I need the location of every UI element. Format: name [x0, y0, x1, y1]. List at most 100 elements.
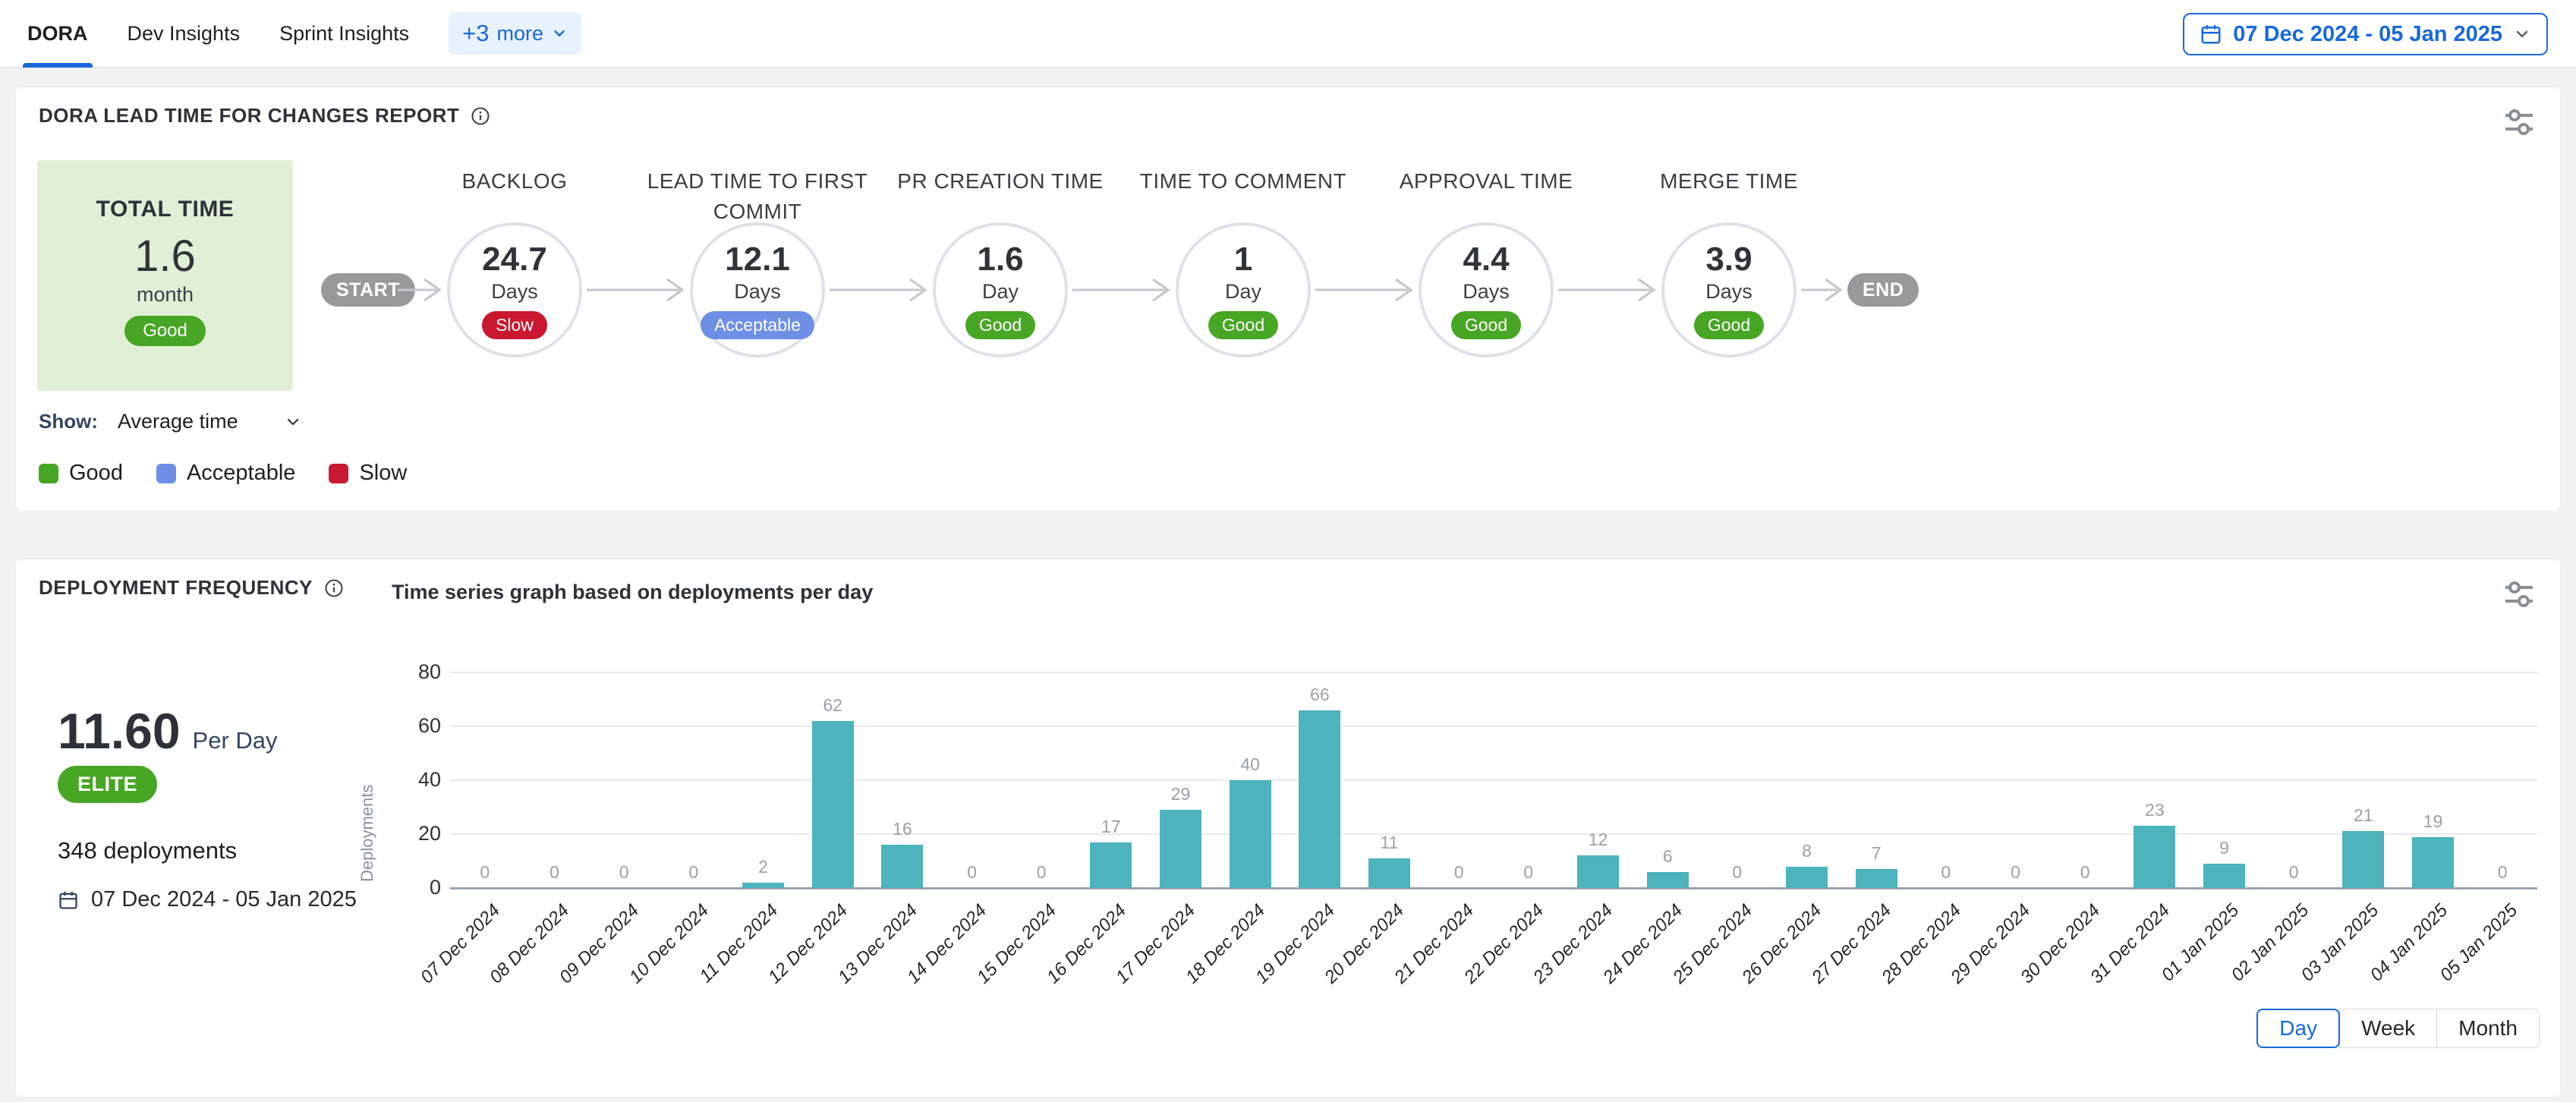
- y-tick-label: 80: [388, 660, 441, 684]
- granularity-toggle: DayWeekMonth: [2256, 1009, 2540, 1048]
- bar: [1856, 869, 1897, 888]
- tab-dev-insights[interactable]: Dev Insights: [128, 0, 241, 68]
- y-tick-label: 20: [388, 822, 441, 845]
- stage-value: 24.7: [482, 241, 547, 279]
- bar-value-label: 0: [1986, 862, 2046, 883]
- bar-value-label: 0: [524, 862, 585, 883]
- flow-arrow: [587, 273, 685, 307]
- total-time-status-badge: Good: [124, 316, 206, 346]
- stage-unit: Days: [1463, 280, 1510, 304]
- bar-value-label: 23: [2124, 800, 2185, 820]
- legend-swatch: [39, 464, 58, 483]
- toggle-button-week[interactable]: Week: [2339, 1009, 2437, 1048]
- stage-value: 1.6: [977, 241, 1023, 279]
- stage-status-badge: Slow: [482, 311, 547, 339]
- bar-value-label: 0: [942, 862, 1003, 883]
- bar-value-label: 9: [2194, 838, 2255, 858]
- chevron-down-icon: [551, 25, 568, 42]
- stage-status-badge: Good: [1451, 311, 1521, 339]
- legend-swatch: [329, 464, 348, 483]
- total-time-label: TOTAL TIME: [96, 197, 235, 222]
- bar-value-label: 0: [663, 862, 724, 883]
- chevron-down-icon: [2513, 25, 2531, 43]
- bar-value-label: 11: [1359, 833, 1420, 853]
- stage-unit: Days: [491, 280, 538, 304]
- tab-sprint-insights[interactable]: Sprint Insights: [279, 0, 409, 68]
- bar: [1090, 842, 1132, 888]
- bar-value-label: 0: [594, 862, 654, 883]
- bar-value-label: 8: [1777, 841, 1838, 861]
- more-tabs-chip[interactable]: +3 more: [449, 12, 581, 55]
- total-time-tile: TOTAL TIME 1.6 month Good: [37, 160, 293, 391]
- lead-time-card-title: DORA LEAD TIME FOR CHANGES REPORT: [39, 104, 459, 128]
- stage-title: TIME TO COMMENT: [1122, 166, 1365, 197]
- stage-unit: Days: [734, 280, 781, 304]
- y-tick-label: 40: [388, 768, 441, 792]
- stage-value: 4.4: [1463, 241, 1509, 279]
- bar-value-label: 17: [1081, 817, 1142, 837]
- bar: [1160, 810, 1201, 888]
- stage-circle: 12.1DaysAcceptable: [690, 222, 825, 357]
- gridline: [450, 833, 2537, 835]
- legend-swatch: [156, 464, 176, 483]
- deployments-bar-chart: Deployments 806040200007 Dec 2024008 Dec…: [16, 559, 2560, 1097]
- bar-value-label: 0: [1498, 862, 1559, 883]
- stage-title: PR CREATION TIME: [879, 166, 1122, 197]
- show-label: Show:: [39, 410, 98, 433]
- legend-label: Good: [69, 461, 123, 486]
- bar: [1577, 855, 1619, 888]
- show-value: Average time: [118, 410, 238, 433]
- bar-value-label: 0: [1428, 862, 1489, 883]
- bar-value-label: 62: [802, 695, 863, 716]
- y-tick-label: 60: [388, 714, 441, 738]
- info-icon[interactable]: [470, 105, 491, 127]
- date-range-picker[interactable]: 07 Dec 2024 - 05 Jan 2025: [2183, 13, 2548, 55]
- bar: [1230, 780, 1271, 888]
- bar-value-label: 16: [872, 819, 933, 839]
- bar: [742, 883, 784, 888]
- tab-dora[interactable]: DORA: [27, 0, 88, 68]
- toggle-button-month[interactable]: Month: [2436, 1009, 2540, 1048]
- bar-value-label: 29: [1151, 784, 1211, 804]
- bar-value-label: 0: [1707, 862, 1768, 883]
- bar: [1647, 872, 1689, 888]
- stage-circle: 24.7Days Slow: [447, 222, 582, 357]
- stage-value: 1: [1234, 241, 1252, 279]
- stage-unit: Days: [1705, 280, 1752, 304]
- stage-status-badge: Good: [965, 311, 1035, 339]
- stage-circle: 4.4Days Good: [1419, 222, 1554, 357]
- bar-value-label: 0: [2263, 862, 2324, 883]
- bar-value-label: 19: [2403, 811, 2464, 832]
- y-axis-title: Deployments: [357, 685, 377, 882]
- stage-unit: Day: [1225, 280, 1261, 304]
- deployment-frequency-card: DEPLOYMENT FREQUENCY Time series graph b…: [15, 559, 2561, 1097]
- flow-arrow: [1072, 273, 1171, 307]
- flow-arrow: [830, 273, 928, 307]
- more-tabs-count: +3: [462, 20, 489, 47]
- filter-sliders-icon[interactable]: [2501, 105, 2537, 139]
- bar-value-label: 0: [2055, 862, 2115, 883]
- chevron-down-icon: [284, 413, 302, 431]
- bar-value-label: 21: [2333, 805, 2394, 826]
- bar-value-label: 12: [1568, 830, 1629, 850]
- stage-title: BACKLOG: [393, 166, 636, 197]
- flow-arrow: [1315, 273, 1414, 307]
- stage-circle: 1.6DayGood: [933, 222, 1068, 357]
- stage-title: LEAD TIME TO FIRST COMMIT: [636, 166, 879, 227]
- stage-value: 3.9: [1705, 241, 1752, 279]
- lead-time-card: DORA LEAD TIME FOR CHANGES REPORT TOTAL …: [15, 87, 2561, 512]
- show-dropdown[interactable]: Show: Average time: [39, 410, 302, 433]
- gridline: [450, 672, 2537, 673]
- flow-arrow: [1801, 273, 1844, 307]
- bar-value-label: 0: [2472, 862, 2533, 883]
- legend-label: Acceptable: [187, 461, 296, 486]
- stage-title: APPROVAL TIME: [1365, 166, 1608, 197]
- total-time-unit: month: [137, 283, 194, 307]
- more-tabs-label: more: [497, 22, 544, 46]
- y-tick-label: 0: [388, 876, 441, 899]
- legend-label: Slow: [359, 461, 407, 486]
- bar-value-label: 6: [1637, 846, 1698, 867]
- bar-value-label: 0: [1011, 862, 1072, 883]
- stage-title: MERGE TIME: [1608, 166, 1850, 197]
- toggle-button-day[interactable]: Day: [2256, 1009, 2340, 1048]
